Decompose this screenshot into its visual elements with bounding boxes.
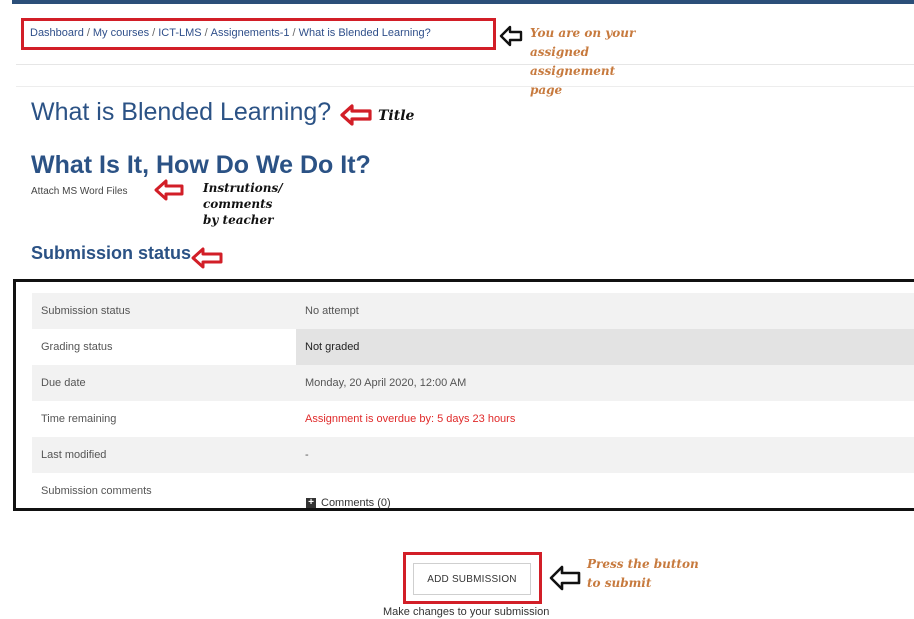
arrow-left-icon (191, 247, 223, 269)
breadcrumb-my-courses[interactable]: My courses (93, 27, 149, 39)
breadcrumb-dashboard[interactable]: Dashboard (30, 27, 84, 39)
grading-status-cell: Not graded (296, 329, 914, 365)
table-row: Submission status No attempt (32, 293, 914, 329)
add-submission-help: Make changes to your submission (383, 606, 550, 618)
plus-icon: + (306, 498, 316, 508)
breadcrumb-section[interactable]: Assignements-1 (211, 27, 290, 39)
panel-top-edge (16, 86, 914, 87)
time-remaining-value: Assignment is overdue by: 5 days 23 hour… (305, 413, 516, 425)
breadcrumb-annotation: You are on your assigned assignement pag… (530, 26, 636, 97)
assignment-instructions: Attach MS Word Files (31, 186, 128, 197)
breadcrumb: Dashboard / My courses / ICT-LMS / Assignement… (30, 27, 431, 39)
table-row: Submission comments (41, 485, 152, 497)
title-annotation: Title (378, 108, 415, 124)
arrow-left-icon (549, 565, 581, 591)
table-row: Time remaining Assignment is overdue by:… (41, 413, 516, 425)
add-submission-button[interactable]: ADD SUBMISSION (413, 563, 531, 595)
comments-link[interactable]: + Comments (0) (306, 497, 391, 509)
breadcrumb-course[interactable]: ICT-LMS (158, 27, 201, 39)
due-date-value: Monday, 20 April 2020, 12:00 AM (305, 377, 467, 389)
submission-status-heading: Submission status (31, 243, 192, 263)
instructions-annotation: Instrutions/ comments by teacher (203, 181, 283, 227)
submission-status-value: No attempt (305, 305, 359, 317)
page-title: What is Blended Learning? (31, 98, 332, 126)
grading-status-value: Not graded (305, 341, 360, 353)
top-bar (12, 0, 914, 4)
arrow-left-icon (340, 104, 372, 126)
breadcrumb-current[interactable]: What is Blended Learning? (299, 27, 431, 39)
last-modified-value: - (305, 449, 309, 461)
divider (16, 64, 914, 65)
arrow-left-icon (154, 179, 184, 201)
table-row: Due date Monday, 20 April 2020, 12:00 AM (32, 365, 914, 401)
button-annotation: Press the button to submit (587, 557, 699, 590)
table-row: Last modified - (32, 437, 914, 473)
table-row: Grading status Not graded (32, 329, 914, 365)
arrow-left-icon (499, 25, 523, 47)
assignment-subtitle: What Is It, How Do We Do It? (31, 151, 371, 179)
